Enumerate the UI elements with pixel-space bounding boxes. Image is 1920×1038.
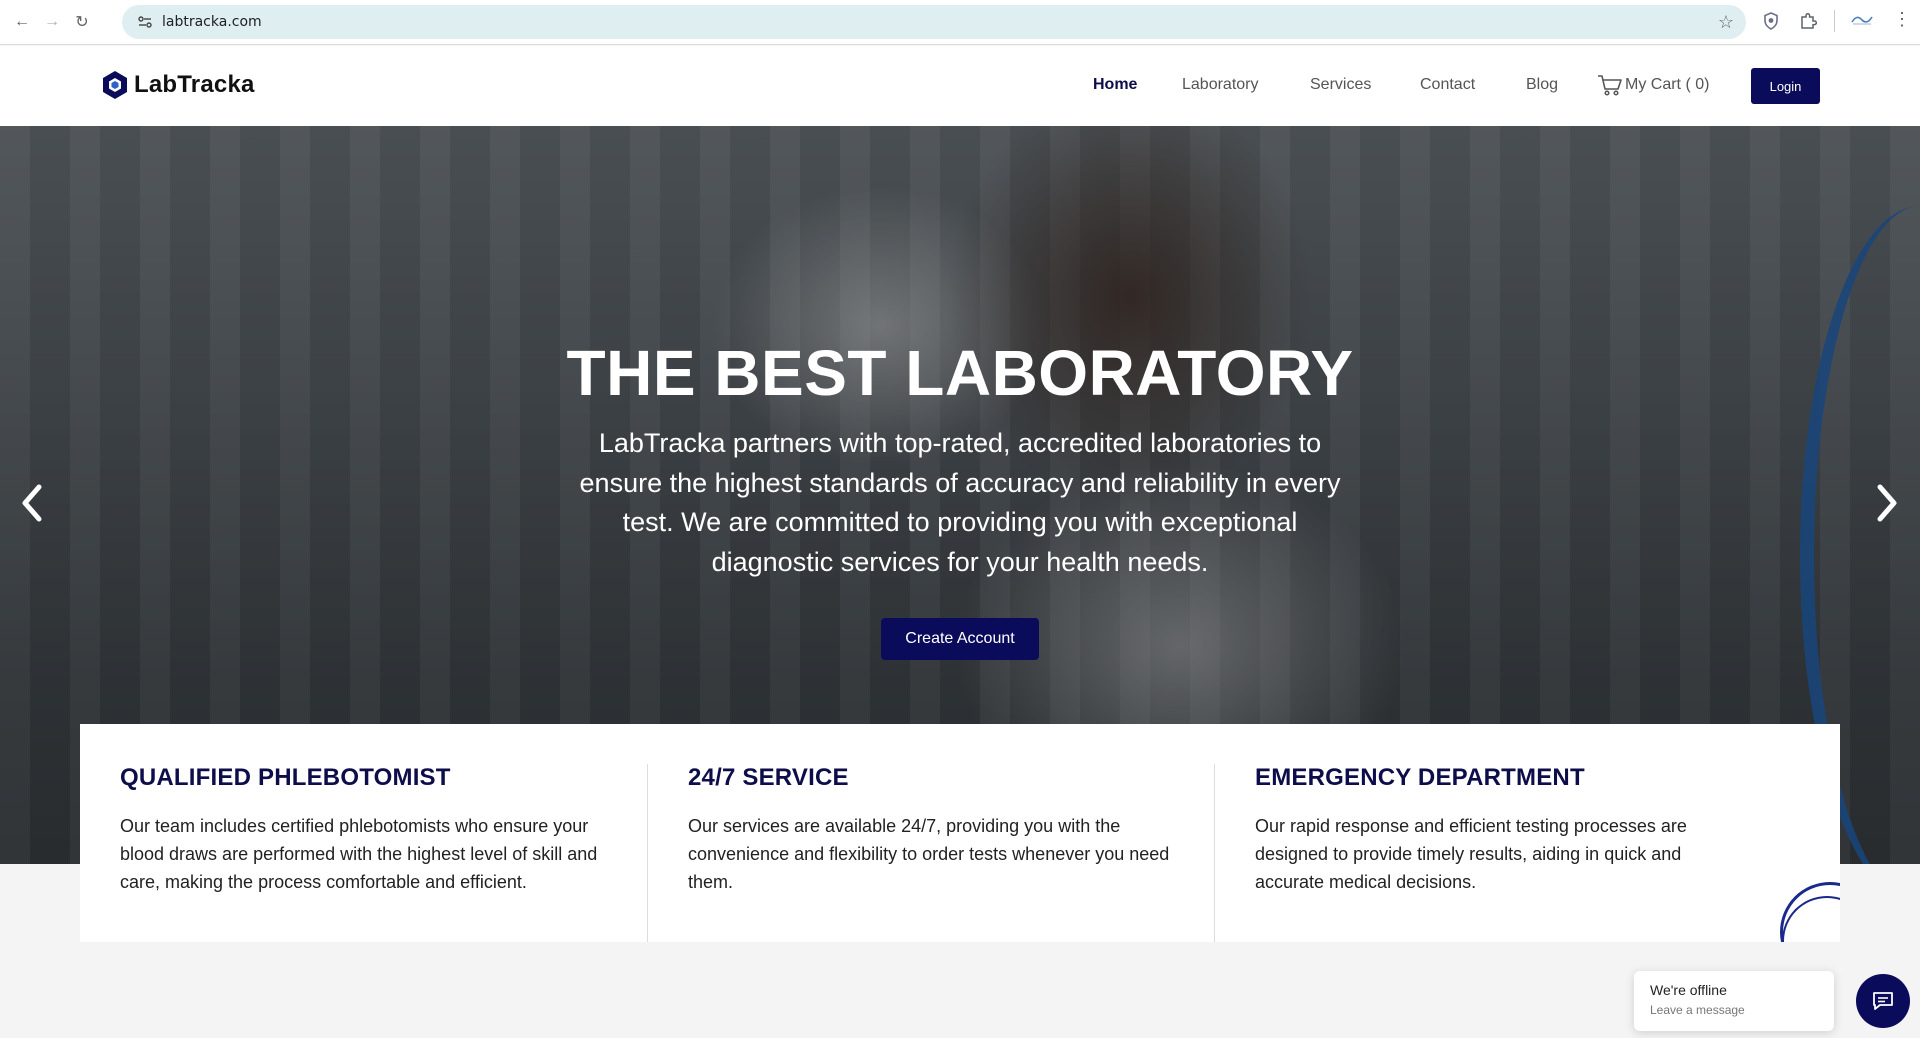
chat-subtext: Leave a message bbox=[1650, 1003, 1745, 1017]
back-icon[interactable]: ← bbox=[11, 11, 33, 33]
reload-icon[interactable]: ↻ bbox=[71, 11, 93, 33]
chat-message-icon bbox=[1873, 992, 1893, 1010]
shopping-cart-icon bbox=[1598, 75, 1622, 96]
hero-title: THE BEST LABORATORY bbox=[566, 337, 1354, 409]
bookmark-star-icon[interactable]: ☆ bbox=[1718, 12, 1734, 33]
feature-card: EMERGENCY DEPARTMENT Our rapid response … bbox=[1214, 764, 1781, 942]
chat-status: We're offline bbox=[1650, 982, 1727, 998]
shield-extension-icon[interactable] bbox=[1763, 12, 1779, 35]
forward-icon[interactable]: → bbox=[41, 11, 63, 33]
site-header: LabTracka Home Laboratory Services Conta… bbox=[0, 46, 1920, 126]
features-panel: QUALIFIED PHLEBOTOMIST Our team includes… bbox=[80, 724, 1840, 942]
nav-laboratory[interactable]: Laboratory bbox=[1182, 76, 1259, 94]
nav-contact[interactable]: Contact bbox=[1420, 76, 1475, 94]
browser-menu-icon[interactable]: ⋮ bbox=[1893, 9, 1911, 30]
feature-card: QUALIFIED PHLEBOTOMIST Our team includes… bbox=[80, 764, 647, 942]
chat-launcher-button[interactable] bbox=[1856, 974, 1910, 1028]
profile-avatar-icon[interactable] bbox=[1851, 12, 1873, 31]
feature-card: 24/7 SERVICE Our services are available … bbox=[647, 764, 1214, 942]
hero-content: THE BEST LABORATORY LabTracka partners w… bbox=[0, 336, 1920, 582]
feature-text: Our team includes certified phlebotomist… bbox=[120, 816, 598, 892]
feature-text: Our rapid response and efficient testing… bbox=[1255, 816, 1687, 892]
carousel-next-icon[interactable] bbox=[1867, 478, 1907, 528]
address-bar[interactable]: labtracka.com ☆ bbox=[122, 5, 1746, 39]
toolbar-divider bbox=[1834, 10, 1835, 32]
hero-description: LabTracka partners with top-rated, accre… bbox=[579, 428, 1341, 577]
feature-title: EMERGENCY DEPARTMENT bbox=[1255, 764, 1585, 791]
nav-blog[interactable]: Blog bbox=[1526, 76, 1558, 94]
cart-label: My Cart ( 0) bbox=[1625, 76, 1710, 93]
nav-services[interactable]: Services bbox=[1310, 76, 1371, 94]
create-account-button[interactable]: Create Account bbox=[881, 618, 1039, 660]
feature-title: QUALIFIED PHLEBOTOMIST bbox=[120, 764, 451, 791]
feature-text: Our services are available 24/7, providi… bbox=[688, 816, 1170, 892]
site-settings-icon[interactable] bbox=[136, 13, 154, 31]
feature-title: 24/7 SERVICE bbox=[688, 764, 849, 791]
cart-link[interactable]: My Cart ( 0) bbox=[1597, 73, 1709, 97]
nav-home[interactable]: Home bbox=[1093, 76, 1137, 94]
login-button[interactable]: Login bbox=[1751, 68, 1820, 104]
extensions-puzzle-icon[interactable] bbox=[1799, 12, 1818, 35]
carousel-prev-icon[interactable] bbox=[12, 478, 52, 528]
url-text: labtracka.com bbox=[162, 14, 262, 30]
chat-offline-bubble[interactable]: We're offline Leave a message bbox=[1634, 971, 1834, 1031]
browser-toolbar: ← → ↻ labtracka.com ☆ ⋮ bbox=[0, 0, 1920, 45]
